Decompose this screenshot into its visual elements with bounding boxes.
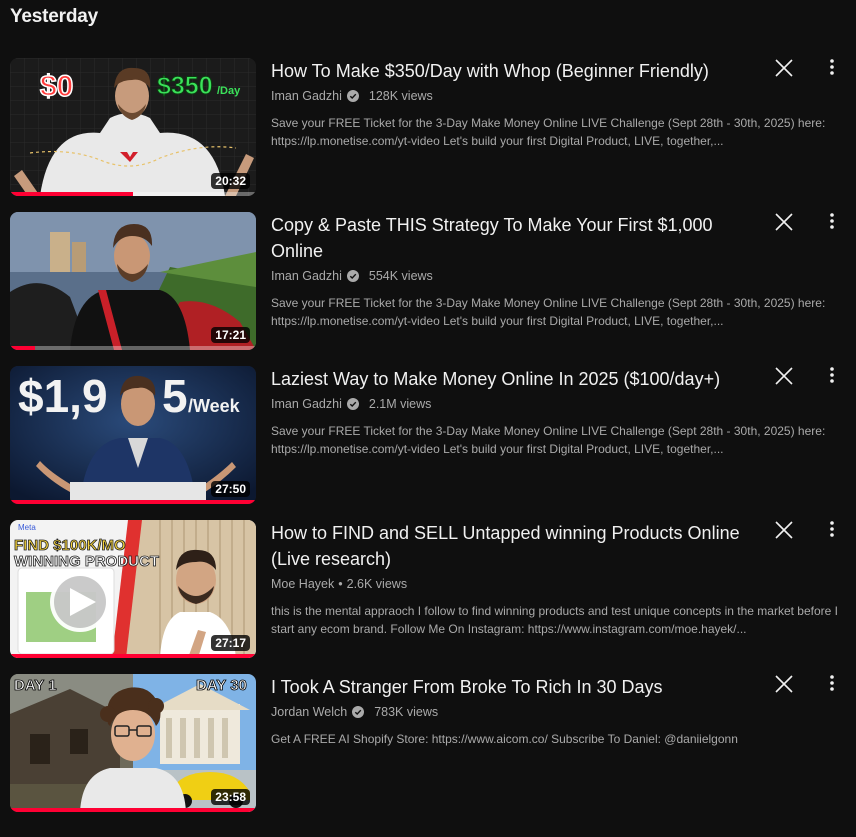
- watch-progress: [10, 192, 133, 196]
- video-info: Copy & Paste THIS Strategy To Make Your …: [271, 212, 846, 330]
- meta-separator: •: [338, 577, 343, 591]
- more-options-icon[interactable]: [822, 210, 842, 234]
- video-thumbnail[interactable]: $0 $350 /Day 20:32: [10, 58, 256, 196]
- video-duration: 23:58: [211, 789, 250, 805]
- channel-name[interactable]: Iman Gadzhi: [271, 397, 342, 411]
- video-title[interactable]: Copy & Paste THIS Strategy To Make Your …: [271, 212, 741, 264]
- view-count: 554K views: [368, 269, 433, 283]
- video-meta: Iman Gadzhi 128K views: [271, 87, 846, 105]
- more-options-icon[interactable]: [822, 364, 842, 388]
- thumb-text-right-suffix: /Day: [217, 85, 241, 97]
- video-title[interactable]: How to FIND and SELL Untapped winning Pr…: [271, 520, 741, 572]
- channel-name[interactable]: Iman Gadzhi: [271, 269, 342, 283]
- watch-progress-track: [10, 192, 256, 196]
- thumb-text-suffix: /Week: [188, 396, 241, 416]
- watch-progress-track: [10, 808, 256, 812]
- view-count: 128K views: [368, 89, 433, 103]
- watch-progress-track: [10, 500, 256, 504]
- close-icon[interactable]: [772, 56, 796, 80]
- video-description: this is the mental appraoch I follow to …: [271, 604, 838, 636]
- video-description: Save your FREE Ticket for the 3-Day Make…: [271, 296, 826, 328]
- video-description: Save your FREE Ticket for the 3-Day Make…: [271, 116, 826, 148]
- more-options-icon[interactable]: [822, 672, 842, 696]
- video-thumbnail[interactable]: $1,9 5 /Week 27:50: [10, 366, 256, 504]
- thumb-brand: Meta: [18, 523, 36, 532]
- verified-badge-icon: [352, 706, 365, 718]
- thumb-text-big: $1,9: [18, 370, 108, 422]
- watch-progress-track: [10, 654, 256, 658]
- thumb-text-right: $350: [157, 72, 213, 100]
- watch-progress: [10, 654, 256, 658]
- video-row: $1,9 5 /Week 27:50 Laziest Way to Make M…: [0, 366, 856, 512]
- video-duration: 20:32: [211, 173, 250, 189]
- video-meta: Iman Gadzhi 2.1M views: [271, 395, 846, 413]
- channel-name[interactable]: Jordan Welch: [271, 705, 347, 719]
- channel-name[interactable]: Moe Hayek: [271, 577, 334, 591]
- video-thumbnail[interactable]: Meta FIND $100K/MO WINNING PRODUCT 27:17: [10, 520, 256, 658]
- video-meta: Iman Gadzhi 554K views: [271, 267, 846, 285]
- watch-progress: [10, 500, 256, 504]
- close-icon[interactable]: [772, 672, 796, 696]
- thumb-text-line1: FIND $100K/MO: [14, 537, 126, 554]
- thumb-text-right: DAY 30: [196, 677, 247, 694]
- video-info: How to FIND and SELL Untapped winning Pr…: [271, 520, 846, 638]
- video-row: Meta FIND $100K/MO WINNING PRODUCT 27:17…: [0, 520, 856, 666]
- video-duration: 27:17: [211, 635, 250, 651]
- close-icon[interactable]: [772, 364, 796, 388]
- video-title[interactable]: I Took A Stranger From Broke To Rich In …: [271, 674, 741, 700]
- more-options-icon[interactable]: [822, 518, 842, 542]
- video-title[interactable]: Laziest Way to Make Money Online In 2025…: [271, 366, 741, 392]
- video-duration: 27:50: [211, 481, 250, 497]
- video-meta: Moe Hayek • 2.6K views: [271, 575, 846, 593]
- close-icon[interactable]: [772, 518, 796, 542]
- more-options-icon[interactable]: [822, 56, 842, 80]
- watch-progress: [10, 346, 35, 350]
- video-title[interactable]: How To Make $350/Day with Whop (Beginner…: [271, 58, 741, 84]
- video-info: Laziest Way to Make Money Online In 2025…: [271, 366, 846, 458]
- view-count: 783K views: [374, 705, 439, 719]
- video-info: I Took A Stranger From Broke To Rich In …: [271, 674, 846, 748]
- video-thumbnail[interactable]: 17:21: [10, 212, 256, 350]
- thumb-text-left: $0: [40, 70, 73, 103]
- thumb-text-left: DAY 1: [14, 677, 57, 694]
- verified-badge-icon: [346, 398, 359, 410]
- thumb-text-line2: WINNING PRODUCT: [14, 553, 159, 570]
- video-description: Get A FREE AI Shopify Store: https://www…: [271, 732, 738, 746]
- channel-name[interactable]: Iman Gadzhi: [271, 89, 342, 103]
- view-count: 2.6K views: [346, 577, 408, 591]
- watch-progress-track: [10, 346, 256, 350]
- verified-badge-icon: [346, 270, 359, 282]
- video-duration: 17:21: [211, 327, 250, 343]
- video-info: How To Make $350/Day with Whop (Beginner…: [271, 58, 846, 150]
- watch-progress: [10, 808, 256, 812]
- video-row: 17:21 Copy & Paste THIS Strategy To Make…: [0, 212, 856, 358]
- video-meta: Jordan Welch 783K views: [271, 703, 846, 721]
- close-icon[interactable]: [772, 210, 796, 234]
- video-thumbnail[interactable]: DAY 1 DAY 30 23:58: [10, 674, 256, 812]
- section-title: Yesterday: [10, 6, 98, 27]
- video-row: $0 $350 /Day 20:32 How To Make $350/Day …: [0, 58, 856, 204]
- video-description: Save your FREE Ticket for the 3-Day Make…: [271, 424, 826, 456]
- view-count: 2.1M views: [368, 397, 432, 411]
- verified-badge-icon: [346, 90, 359, 102]
- thumb-text-big2: 5: [162, 370, 188, 422]
- video-row: DAY 1 DAY 30 23:58 I Took A Stranger Fro…: [0, 674, 856, 820]
